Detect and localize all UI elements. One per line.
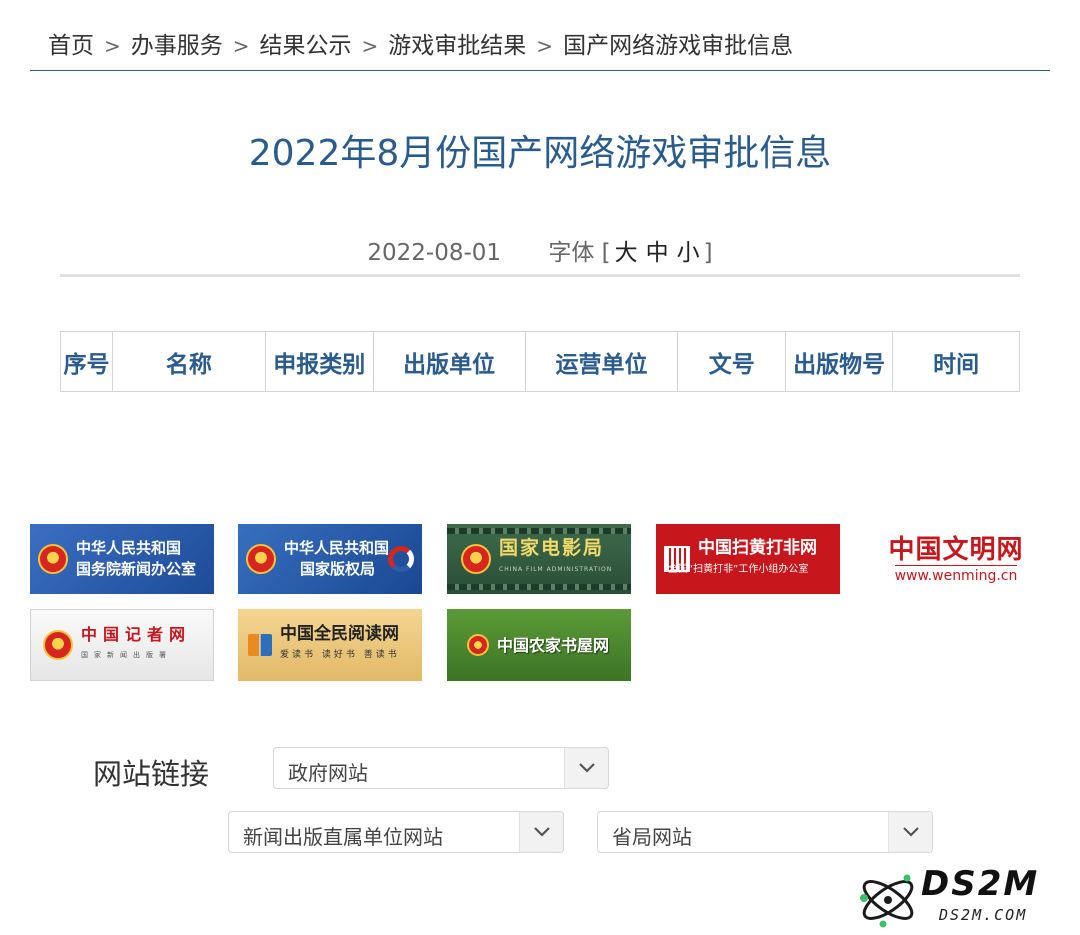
watermark-url: DS2M.COM <box>939 906 1028 924</box>
col-header-category: 申报类别 <box>264 331 374 392</box>
publish-date: 2022-08-01 <box>367 240 502 266</box>
breadcrumb-separator: > <box>232 34 250 58</box>
film-strip-decoration <box>447 584 631 590</box>
chevron-down-icon[interactable] <box>888 812 932 852</box>
watermark-title: DS2M <box>921 864 1040 904</box>
breadcrumb: 首页 > 办事服务 > 结果公示 > 游戏审批结果 > 国产网络游戏审批信息 <box>48 26 793 60</box>
logo-ncac-link[interactable]: 中华人民共和国 国家版权局 <box>238 524 422 594</box>
logo-yuedu-text: 中国全民阅读网 爱读书 读好书 善读书 <box>272 624 400 666</box>
select-value: 省局网站 <box>612 825 692 849</box>
logo-yuedu-link[interactable]: 中国全民阅读网 爱读书 读好书 善读书 <box>238 609 422 681</box>
font-size-label: 字体 <box>548 240 595 266</box>
col-header-publisher: 出版单位 <box>372 331 526 392</box>
table-header-row: 序号 名称 申报类别 出版单位 运营单位 文号 出版物号 时间 <box>60 331 1020 392</box>
chevron-down-icon[interactable] <box>564 748 608 788</box>
breadcrumb-separator: > <box>536 34 554 58</box>
logo-subline: CHINA FILM ADMINISTRATION <box>499 566 613 573</box>
col-header-name: 名称 <box>111 331 266 392</box>
atom-logo-icon <box>860 874 914 928</box>
logo-line: 中国农家书屋网 <box>497 635 610 655</box>
breadcrumb-current[interactable]: 国产网络游戏审批信息 <box>563 33 793 59</box>
logo-saohuang-text: 中国扫黄打非网 全国“扫黄打非”工作小组办公室 <box>668 538 817 580</box>
copyright-swirl-icon <box>388 546 414 572</box>
film-strip-decoration <box>447 528 631 534</box>
logo-wenming-title: 中国文明网 <box>888 534 1024 565</box>
government-sites-select[interactable]: 政府网站 <box>273 747 609 789</box>
direct-units-select[interactable]: 新闻出版直属单位网站 <box>228 811 564 853</box>
logo-wenming-link[interactable]: 中国文明网 www.wenming.cn <box>864 524 1048 594</box>
website-links-label: 网站链接 <box>93 757 210 791</box>
col-header-operator: 运营单位 <box>524 331 679 392</box>
breadcrumb-separator: > <box>361 34 379 58</box>
logo-line: 中华人民共和国 <box>76 539 182 557</box>
select-value: 新闻出版直属单位网站 <box>243 825 443 849</box>
logo-film-link[interactable]: 国家电影局 CHINA FILM ADMINISTRATION <box>447 524 631 594</box>
national-emblem-icon <box>246 544 276 574</box>
national-emblem-icon <box>461 544 491 574</box>
logo-nongjia-link[interactable]: 中国农家书屋网 <box>447 609 631 681</box>
logo-jizhe-text: 中国记者网 国家新闻出版署 <box>73 624 191 666</box>
font-size-medium[interactable]: 中 <box>646 240 669 266</box>
logo-scio-link[interactable]: 中华人民共和国 国务院新闻办公室 <box>30 524 214 594</box>
col-header-isbn: 出版物号 <box>785 331 894 392</box>
approval-table: 序号 名称 申报类别 出版单位 运营单位 文号 出版物号 时间 <box>60 331 1020 392</box>
header-divider <box>30 70 1050 71</box>
logo-subline: 爱读书 读好书 善读书 <box>280 650 400 660</box>
select-value: 政府网站 <box>288 761 368 785</box>
logo-line: 中国记者网 <box>81 625 192 644</box>
ds2m-watermark: DS2M DS2M.COM <box>855 864 1070 930</box>
col-header-date: 时间 <box>892 331 1020 392</box>
national-emblem-icon <box>43 630 73 660</box>
chevron-down-icon[interactable] <box>519 812 563 852</box>
article-meta: 2022-08-01 字体 [大中小] <box>0 233 1080 267</box>
logo-subline: 国家新闻出版署 <box>81 651 172 659</box>
logo-nongjia-text: 中国农家书屋网 <box>489 635 609 656</box>
logo-line: 中华人民共和国 <box>284 539 390 557</box>
logo-line: 国家版权局 <box>300 560 376 578</box>
book-icon <box>248 634 272 656</box>
col-header-doc-number: 文号 <box>677 331 787 392</box>
logo-ncac-text: 中华人民共和国 国家版权局 <box>276 538 389 580</box>
logo-line: 国务院新闻办公室 <box>76 560 197 578</box>
logo-scio-text: 中华人民共和国 国务院新闻办公室 <box>68 538 196 580</box>
meta-divider <box>60 274 1020 277</box>
font-size-large[interactable]: 大 <box>615 240 638 266</box>
bracket-open: [ <box>601 240 611 266</box>
font-size-small[interactable]: 小 <box>677 240 700 266</box>
national-emblem-icon <box>38 544 68 574</box>
logo-saohuang-link[interactable]: 中国扫黄打非网 全国“扫黄打非”工作小组办公室 <box>656 524 840 594</box>
bracket-close: ] <box>703 240 713 266</box>
logo-jizhe-link[interactable]: 中国记者网 国家新闻出版署 <box>30 609 214 681</box>
logo-line: 中国扫黄打非网 <box>698 538 817 558</box>
logo-film-text: 国家电影局 CHINA FILM ADMINISTRATION <box>491 538 612 580</box>
breadcrumb-game-approval[interactable]: 游戏审批结果 <box>388 33 526 59</box>
col-header-index: 序号 <box>60 331 113 392</box>
breadcrumb-services[interactable]: 办事服务 <box>131 33 223 59</box>
page-title: 2022年8月份国产网络游戏审批信息 <box>248 133 832 174</box>
breadcrumb-results[interactable]: 结果公示 <box>260 33 352 59</box>
logo-line: 中国全民阅读网 <box>280 624 399 644</box>
logo-line: 国家电影局 <box>499 537 605 559</box>
logo-wenming-url: www.wenming.cn <box>894 564 1018 584</box>
logo-subline: 全国“扫黄打非”工作小组办公室 <box>668 564 809 575</box>
provincial-bureau-select[interactable]: 省局网站 <box>597 811 933 853</box>
breadcrumb-home[interactable]: 首页 <box>48 33 94 59</box>
breadcrumb-separator: > <box>104 34 121 58</box>
national-emblem-icon <box>467 634 489 656</box>
